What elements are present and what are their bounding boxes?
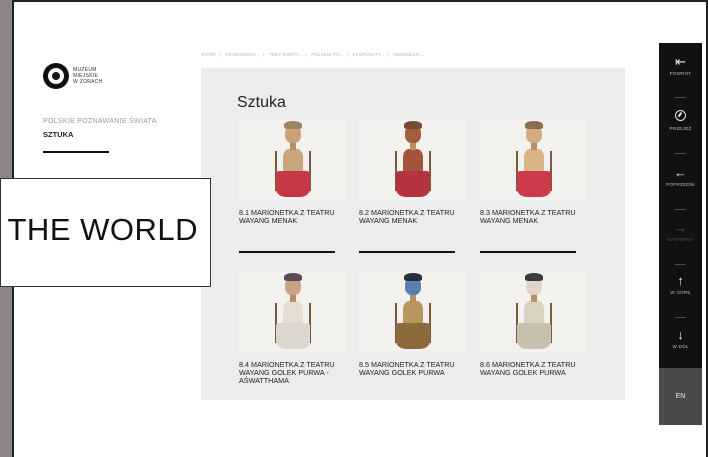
exhibit-thumbnail[interactable] [359, 119, 466, 200]
down-button[interactable]: ↓ W DÓŁ [659, 328, 702, 350]
breadcrumb-separator: | [387, 52, 389, 57]
back-label: POWRÓT [669, 71, 692, 76]
next-button[interactable]: → NASTĘPNY [659, 221, 702, 243]
logo-line-3: W ŻORACH [73, 79, 103, 85]
exhibit-caption[interactable]: 8.5 MARIONETKA Z TEATRU WAYANG GOLEK PUR… [359, 360, 471, 377]
breadcrumb-item[interactable]: POLSKIE PO... [311, 52, 344, 57]
section-underline [43, 151, 109, 153]
go-button[interactable]: PRZEJDŹ [659, 110, 702, 132]
museum-logo[interactable]: MUZEUM MIEJSKIE W ŻORACH [43, 63, 123, 95]
compass-icon [659, 110, 702, 126]
up-button[interactable]: ↑ W GÓRĘ [659, 274, 702, 296]
exhibit-underline [359, 251, 455, 253]
top-frame-border [12, 0, 708, 2]
right-navigation: ⇤ POWRÓT PRZEJDŹ ← POPRZEDNI → NASTĘPNY … [659, 43, 702, 425]
exhibit-underline [239, 251, 335, 253]
exhibit-underline [480, 251, 576, 253]
puppet-image [383, 119, 443, 200]
exhibit-thumbnail[interactable] [239, 271, 346, 352]
exhibit-card-8-1[interactable]: 8.1 MARIONETKA Z TEATRU WAYANG MENAK [239, 119, 346, 253]
panel-title: Sztuka [237, 94, 286, 111]
puppet-image [504, 271, 564, 352]
nav-divider [675, 97, 686, 98]
exhibit-card-8-5[interactable]: 8.5 MARIONETKA Z TEATRU WAYANG GOLEK PUR… [359, 271, 466, 377]
breadcrumb-separator: | [263, 52, 265, 57]
nav-divider [675, 317, 686, 318]
next-label: NASTĘPNY [667, 237, 694, 242]
breadcrumb: START | STANOWISKA... | TRZY KONTY... | POL… [201, 52, 424, 57]
breadcrumb-separator: | [305, 52, 307, 57]
back-button[interactable]: ⇤ POWRÓT [659, 55, 702, 77]
previous-button[interactable]: ← POPRZEDNI [659, 166, 702, 188]
nav-divider [675, 209, 686, 210]
arrow-left-icon: ← [674, 165, 687, 180]
breadcrumb-item[interactable]: STANOWISKA... [225, 52, 260, 57]
breadcrumb-separator: | [346, 52, 349, 57]
exhibit-caption[interactable]: 8.6 MARIONETKA Z TEATRU WAYANG GOLEK PUR… [480, 360, 592, 377]
exhibit-card-8-2[interactable]: 8.2 MARIONETKA Z TEATRU WAYANG MENAK [359, 119, 466, 253]
exhibit-caption[interactable]: 8.1 MARIONETKA Z TEATRU WAYANG MENAK [239, 208, 351, 225]
museum-logo-text: MUZEUM MIEJSKIE W ŻORACH [73, 67, 103, 85]
exhibit-caption[interactable]: 8.3 MARIONETKA Z TEATRU WAYANG MENAK [480, 208, 592, 225]
puppet-image [504, 119, 564, 200]
exhibit-thumbnail[interactable] [359, 271, 466, 352]
nav-divider [675, 264, 686, 265]
breadcrumb-item[interactable]: INDONEZJA... [393, 52, 424, 57]
language-button[interactable]: EN [659, 368, 702, 425]
breadcrumb-item[interactable]: EKSPONATY... [352, 52, 384, 57]
overlay-caption-box: THE WORLD [0, 178, 211, 287]
overlay-caption-text: THE WORLD [7, 212, 198, 247]
previous-label: POPRZEDNI [666, 182, 695, 187]
up-label: W GÓRĘ [670, 290, 691, 295]
breadcrumb-item[interactable]: TRZY KONTY... [269, 52, 303, 57]
exhibit-caption[interactable]: 8.2 MARIONETKA Z TEATRU WAYANG MENAK [359, 208, 471, 225]
breadcrumb-separator: | [219, 52, 221, 57]
exhibit-card-8-4[interactable]: 8.4 MARIONETKA Z TEATRU WAYANG GOLEK PUR… [239, 271, 346, 386]
go-label: PRZEJDŹ [669, 126, 692, 131]
arrow-right-icon: → [674, 220, 687, 235]
exhibit-thumbnail[interactable] [480, 119, 587, 200]
breadcrumb-item[interactable]: START [201, 52, 216, 57]
down-label: W DÓŁ [672, 344, 689, 349]
arrow-up-icon: ↑ [677, 273, 684, 288]
content-panel: Sztuka 8.1 MARIONETKA Z TEATRU WAYANG ME… [201, 68, 625, 400]
exhibit-thumbnail[interactable] [480, 271, 587, 352]
exhibit-card-8-3[interactable]: 8.3 MARIONETKA Z TEATRU WAYANG MENAK [480, 119, 587, 253]
exhibit-caption[interactable]: 8.4 MARIONETKA Z TEATRU WAYANG GOLEK PUR… [239, 360, 351, 386]
exhibit-thumbnail[interactable] [239, 119, 346, 200]
exit-icon: ⇤ [675, 54, 686, 69]
museum-logo-icon [43, 63, 69, 89]
puppet-image [383, 271, 443, 352]
nav-divider [675, 153, 686, 154]
section-subtitle: POLSKIE POZNAWANIE ŚWIATA [43, 118, 157, 125]
puppet-image [263, 119, 323, 200]
section-title: SZTUKA [43, 130, 74, 139]
exhibit-card-8-6[interactable]: 8.6 MARIONETKA Z TEATRU WAYANG GOLEK PUR… [480, 271, 587, 377]
arrow-down-icon: ↓ [677, 327, 684, 342]
puppet-image [263, 271, 323, 352]
